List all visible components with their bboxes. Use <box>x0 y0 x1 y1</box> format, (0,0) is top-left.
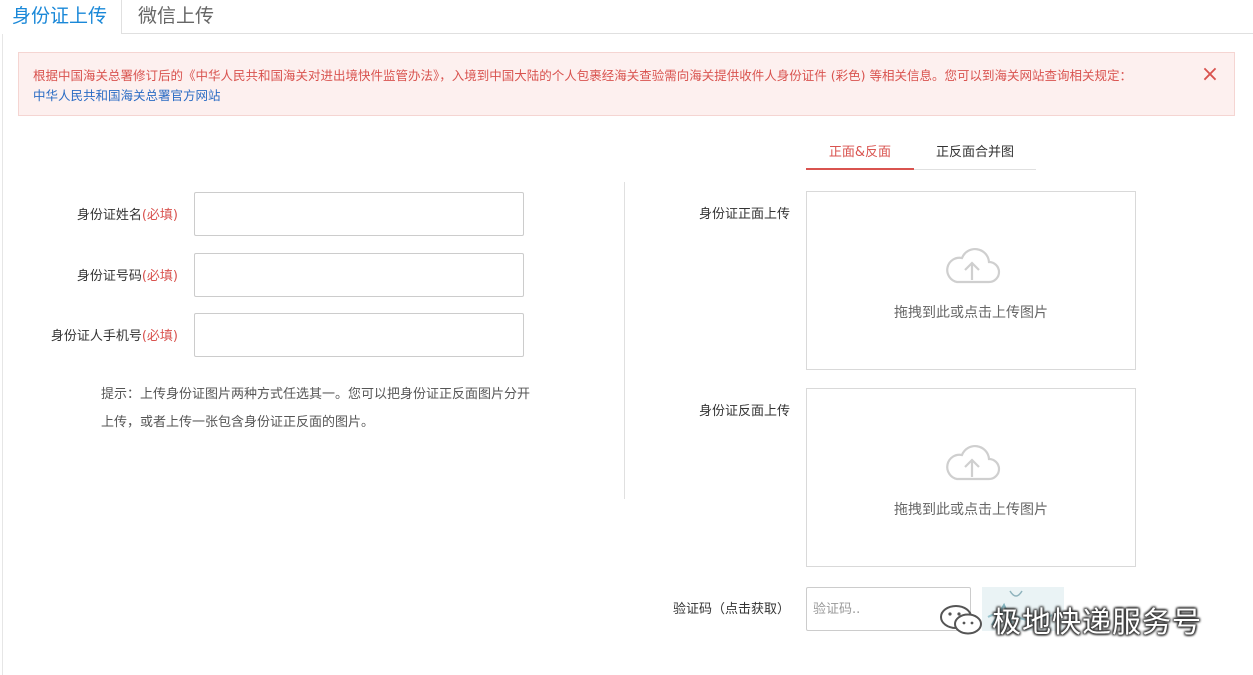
captcha-label: 验证码（点击获取） <box>672 602 790 617</box>
phone-input[interactable] <box>194 313 524 357</box>
required-mark: (必填) <box>141 208 178 223</box>
required-mark: (必填) <box>141 269 178 284</box>
page-left-border <box>2 32 3 675</box>
customs-website-link[interactable]: 中华人民共和国海关总署官方网站 <box>33 86 221 106</box>
upload-method-tabs: 身份证上传 微信上传 <box>0 0 1253 34</box>
id-number-label: 身份证号码(必填) <box>8 265 178 284</box>
name-input[interactable] <box>194 192 524 236</box>
notice-text: 根据中国海关总署修订后的《中华人民共和国海关对进出境快件监管办法》，入境到中国大… <box>33 68 1132 83</box>
watermark-text: 极地快递服务号 <box>992 605 1203 639</box>
wechat-icon <box>940 605 982 635</box>
required-mark: (必填) <box>141 329 178 344</box>
id-number-label-text: 身份证号码 <box>76 269 142 284</box>
back-upload-dropzone[interactable]: 拖拽到此或点击上传图片 <box>806 388 1136 567</box>
back-upload-label: 身份证反面上传 <box>698 404 790 419</box>
tab-merged-image[interactable]: 正反面合并图 <box>914 142 1036 168</box>
tab-wechat-upload[interactable]: 微信上传 <box>122 0 232 33</box>
name-label-text: 身份证姓名 <box>76 208 142 223</box>
customs-notice: 根据中国海关总署修订后的《中华人民共和国海关对进出境快件监管办法》，入境到中国大… <box>18 52 1235 116</box>
back-upload-hint: 拖拽到此或点击上传图片 <box>894 502 1048 518</box>
name-label: 身份证姓名(必填) <box>8 204 178 223</box>
id-number-input[interactable] <box>194 253 524 297</box>
vertical-divider <box>624 182 625 499</box>
wechat-watermark: 极地快递服务号 <box>938 600 1202 640</box>
tip-line-1: 提示：上传身份证图片两种方式任选其一。您可以把身份证正反面图片分开 <box>101 387 531 402</box>
upload-mode-tabs: 正面&反面 正反面合并图 <box>806 142 1036 170</box>
tab-front-back[interactable]: 正面&反面 <box>806 142 914 170</box>
front-upload-dropzone[interactable]: 拖拽到此或点击上传图片 <box>806 191 1136 370</box>
phone-label-text: 身份证人手机号 <box>50 329 142 344</box>
cloud-upload-icon <box>946 445 1001 481</box>
phone-label: 身份证人手机号(必填) <box>8 325 178 344</box>
close-icon[interactable]: × <box>1200 64 1220 86</box>
tab-id-upload[interactable]: 身份证上传 <box>0 0 122 34</box>
front-upload-label: 身份证正面上传 <box>698 207 790 222</box>
cloud-upload-icon <box>946 248 1001 284</box>
front-upload-hint: 拖拽到此或点击上传图片 <box>894 305 1048 321</box>
upload-tip: 提示：上传身份证图片两种方式任选其一。您可以把身份证正反面图片分开 上传，或者上… <box>101 381 551 437</box>
tip-line-2: 上传，或者上传一张包含身份证正反面的图片。 <box>101 415 375 430</box>
